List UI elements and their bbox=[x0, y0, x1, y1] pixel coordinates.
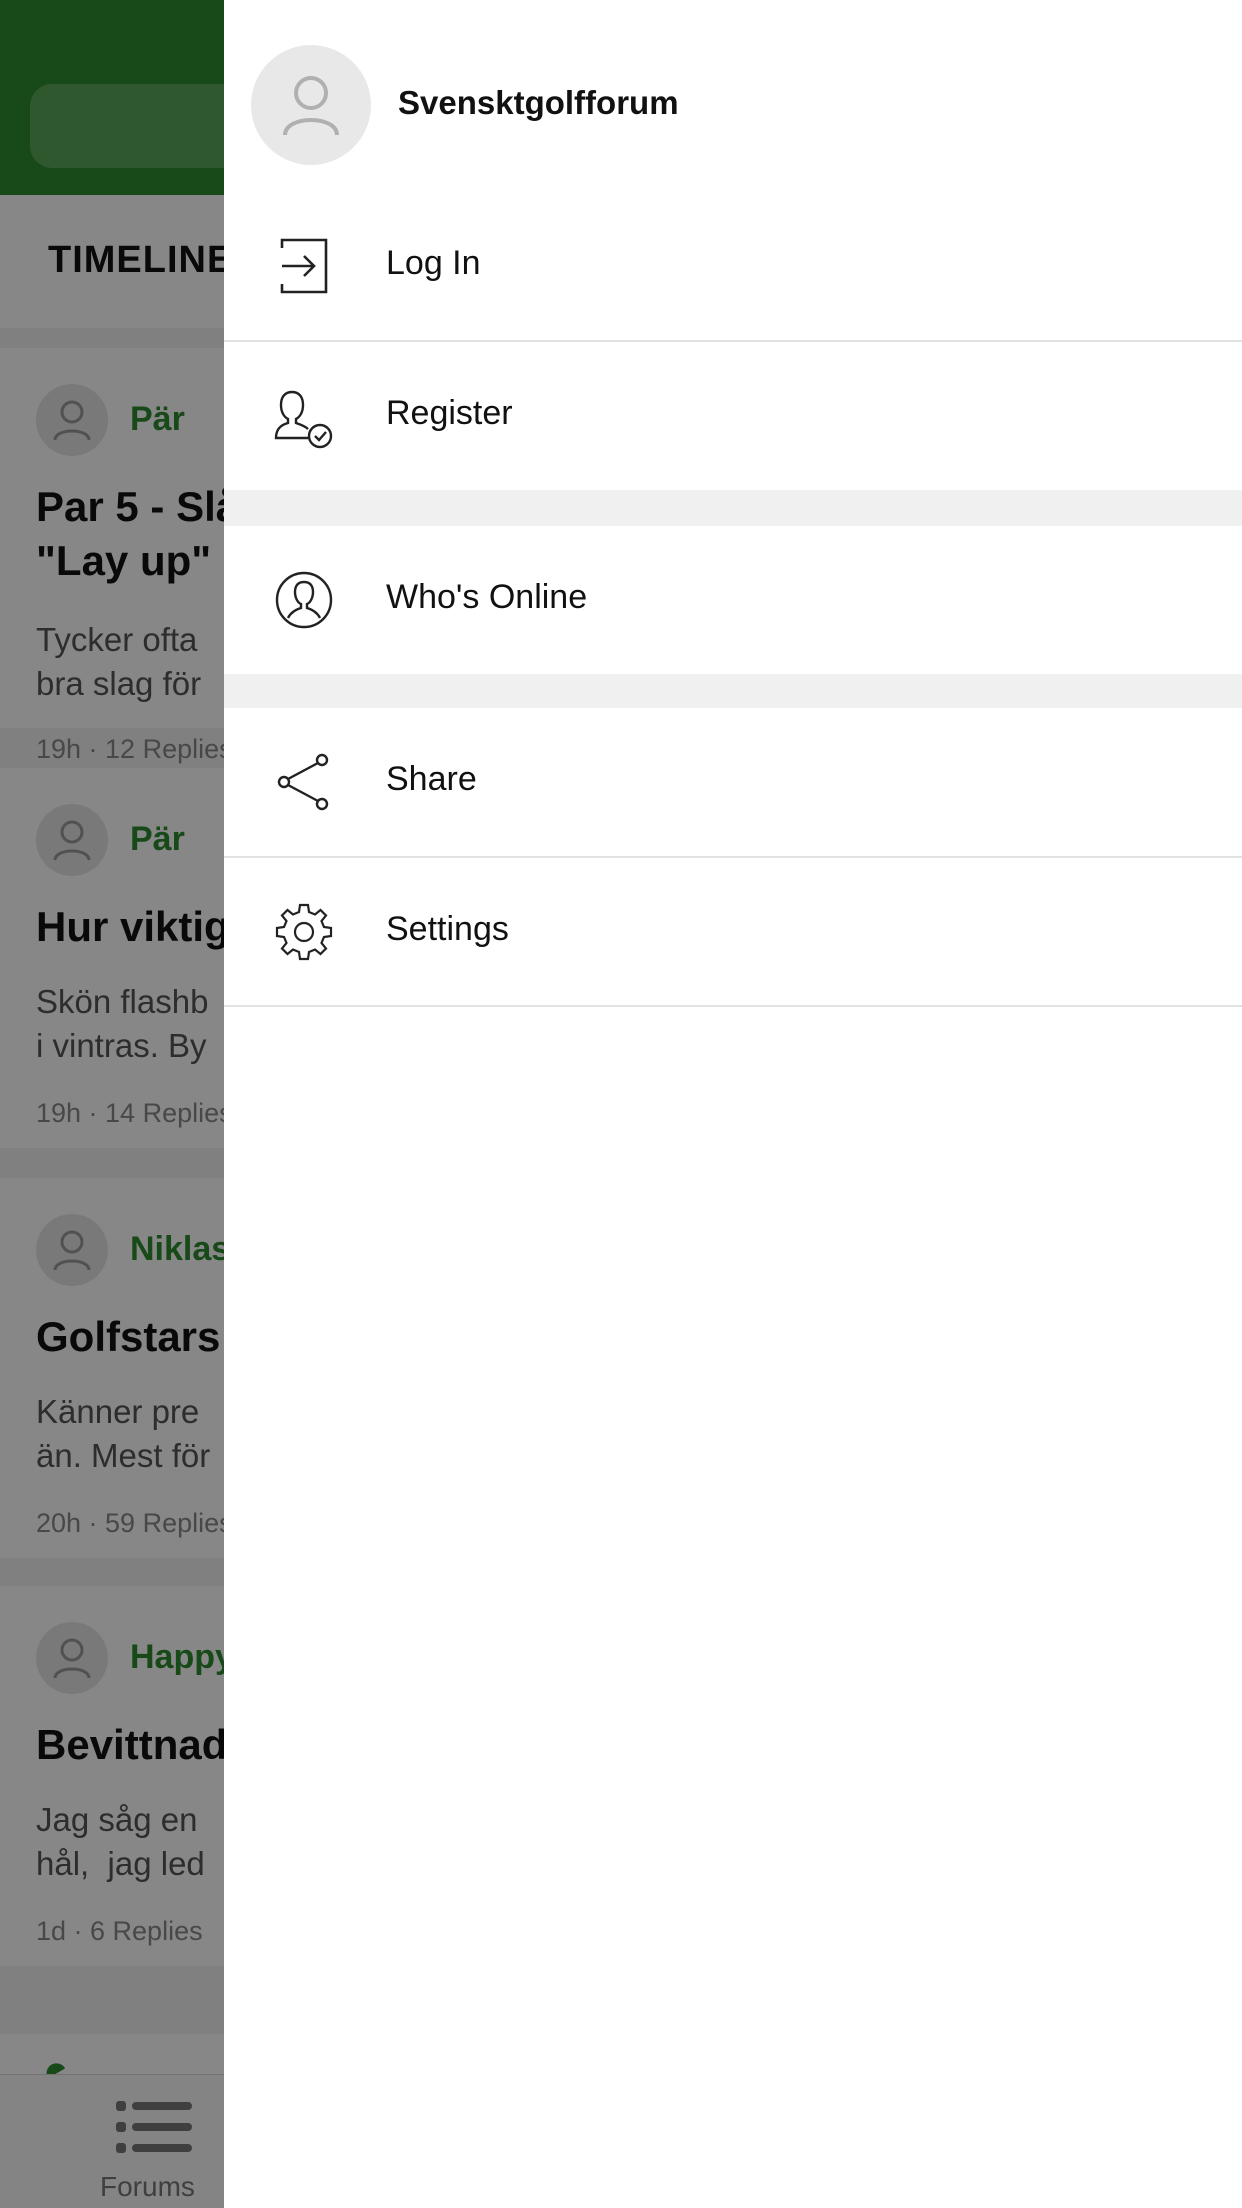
menu-item-label: Log In bbox=[386, 244, 481, 282]
register-user-icon bbox=[274, 386, 334, 449]
avatar[interactable] bbox=[251, 45, 371, 165]
menu-item-label: Settings bbox=[386, 910, 509, 948]
gear-icon bbox=[274, 902, 334, 962]
menu-item-label: Register bbox=[386, 394, 513, 432]
menu-item-whos-online[interactable]: Who's Online bbox=[224, 526, 1242, 674]
share-icon bbox=[274, 752, 334, 812]
site-name: Svensktgolfforum bbox=[398, 84, 679, 121]
menu-item-share[interactable]: Share bbox=[224, 708, 1242, 856]
side-drawer: Svensktgolfforum Log In Register Who's O… bbox=[224, 0, 1242, 2208]
menu-item-log-in[interactable]: Log In bbox=[224, 192, 1242, 340]
drawer-header: Svensktgolfforum bbox=[224, 0, 1242, 210]
person-circle-icon bbox=[274, 570, 334, 630]
menu-item-label: Who's Online bbox=[386, 578, 588, 616]
section-gap bbox=[224, 674, 1242, 710]
menu-item-label: Share bbox=[386, 760, 477, 798]
section-gap bbox=[224, 490, 1242, 526]
divider bbox=[224, 1005, 1242, 1007]
log-in-icon bbox=[274, 236, 334, 296]
menu-item-settings[interactable]: Settings bbox=[224, 858, 1242, 1006]
menu-item-register[interactable]: Register bbox=[224, 342, 1242, 490]
